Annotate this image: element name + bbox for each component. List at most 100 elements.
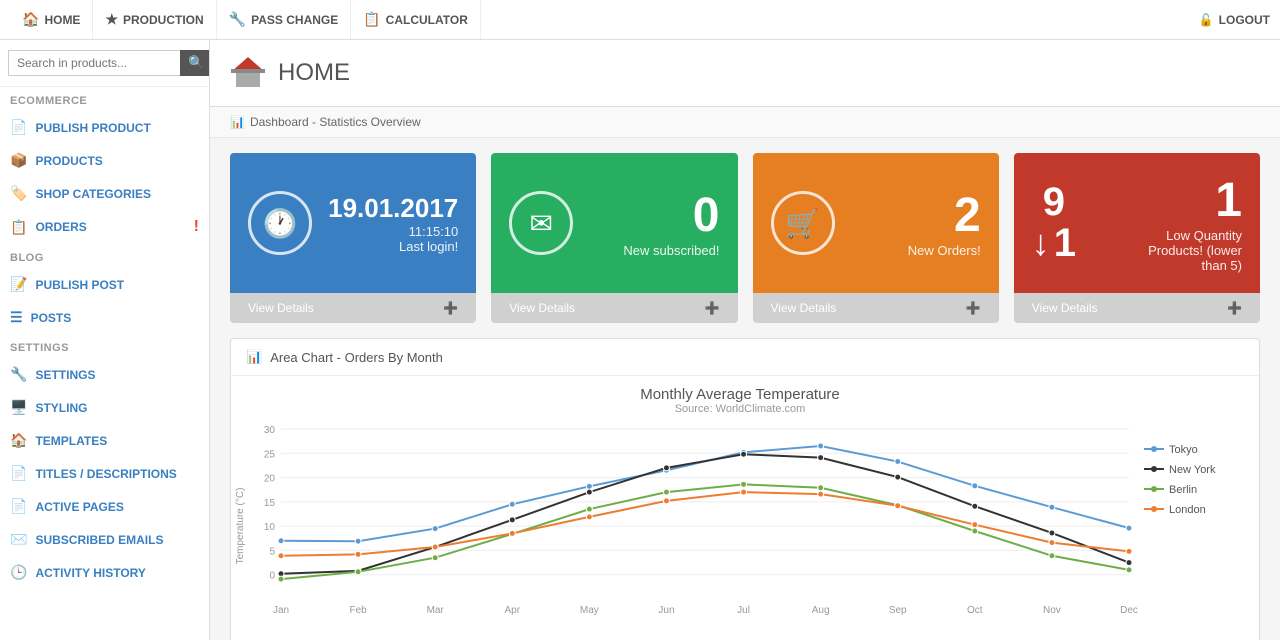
sidebar-item-publish-post[interactable]: 📝 PUBLISH POST xyxy=(0,268,209,301)
svg-text:Jul: Jul xyxy=(737,605,750,616)
calculator-icon: 📋 xyxy=(363,11,380,28)
sidebar-item-titles-descriptions[interactable]: 📄 TITLES / DESCRIPTIONS xyxy=(0,457,209,490)
sidebar-item-shop-categories[interactable]: 🏷️ SHOP CATEGORIES xyxy=(0,177,209,210)
sidebar-item-templates[interactable]: 🏠 TEMPLATES xyxy=(0,424,209,457)
card-icon-area-green: ✉ xyxy=(509,191,573,255)
card-footer-orders[interactable]: View Details ➕ xyxy=(753,293,999,323)
sidebar-item-products-label: PRODUCTS xyxy=(35,154,102,168)
svg-text:Sep: Sep xyxy=(889,605,907,616)
svg-text:London: London xyxy=(1169,504,1206,516)
card-low-qty-number: 1 xyxy=(1122,173,1242,228)
stat-card-last-login: 🕐 19.01.2017 11:15:10 Last login! View D… xyxy=(230,153,476,323)
card-orders-info: 2 New Orders! xyxy=(908,188,981,258)
nav-pass-change[interactable]: 🔧 PASS CHANGE xyxy=(217,0,352,39)
nav-production[interactable]: ★ PRODUCTION xyxy=(93,0,216,39)
main-content: HOME 📊 Dashboard - Statistics Overview 🕐… xyxy=(210,40,1280,640)
stat-card-new-orders: 🛒 2 New Orders! View Details ➕ xyxy=(753,153,999,323)
sidebar-item-styling[interactable]: 🖥️ STYLING xyxy=(0,391,209,424)
sidebar-item-active-pages[interactable]: 📄 ACTIVE PAGES xyxy=(0,490,209,523)
card-body-new-orders: 🛒 2 New Orders! xyxy=(753,153,999,293)
svg-text:Oct: Oct xyxy=(967,605,983,616)
bar-chart-icon: 📊 xyxy=(246,349,262,365)
svg-text:10: 10 xyxy=(264,522,276,533)
sidebar-item-active-pages-label: ACTIVE PAGES xyxy=(35,500,123,514)
sidebar-item-posts[interactable]: ☰ POSTS xyxy=(0,301,209,334)
svg-text:Nov: Nov xyxy=(1043,605,1061,616)
page-title: HOME xyxy=(278,59,350,87)
arrow-circle-icon: ➕ xyxy=(705,301,720,315)
sidebar-item-orders[interactable]: 📋 ORDERS ! xyxy=(0,210,209,244)
nav-calculator[interactable]: 📋 CALCULATOR xyxy=(351,0,481,39)
orders-icon: 📋 xyxy=(10,219,27,236)
svg-text:Feb: Feb xyxy=(349,605,367,616)
sidebar-item-settings[interactable]: 🔧 SETTINGS xyxy=(0,358,209,391)
top-navigation: 🏠 HOME ★ PRODUCTION 🔧 PASS CHANGE 📋 CALC… xyxy=(0,0,1280,40)
card-date: 19.01.2017 xyxy=(328,193,458,224)
styling-icon: 🖥️ xyxy=(10,399,27,416)
sidebar-item-publish-product-label: PUBLISH PRODUCT xyxy=(35,121,150,135)
nav-pass-change-label: PASS CHANGE xyxy=(251,13,338,27)
email-icon-circle: ✉ xyxy=(509,191,573,255)
card-number-info: 0 New subscribed! xyxy=(623,188,719,258)
section-blog: BLOG xyxy=(0,244,209,268)
subscribed-emails-icon: ✉️ xyxy=(10,531,27,548)
wrench-icon: 🔧 xyxy=(229,11,246,28)
card-body-new-subscribed: ✉ 0 New subscribed! xyxy=(491,153,737,293)
logout-label: LOGOUT xyxy=(1219,13,1270,27)
sidebar-item-publish-post-label: PUBLISH POST xyxy=(35,278,124,292)
arrow-circle-icon: ➕ xyxy=(443,301,458,315)
sidebar-item-publish-product[interactable]: 📄 PUBLISH PRODUCT xyxy=(0,111,209,144)
search-icon: 🔍 xyxy=(188,55,205,70)
titles-icon: 📄 xyxy=(10,465,27,482)
section-settings: SETTINGS xyxy=(0,334,209,358)
stat-card-low-quantity: 9 ↓ 1 1 Low Quantity Products! (lower th… xyxy=(1014,153,1260,323)
card-footer-subscribed[interactable]: View Details ➕ xyxy=(491,293,737,323)
card-number-9: 9 xyxy=(1043,182,1065,222)
sidebar-item-subscribed-emails[interactable]: ✉️ SUBSCRIBED EMAILS xyxy=(0,523,209,556)
page-header: HOME xyxy=(210,40,1280,107)
nav-calculator-label: CALCULATOR xyxy=(386,13,468,27)
svg-text:25: 25 xyxy=(264,449,276,460)
publish-product-icon: 📄 xyxy=(10,119,27,136)
cart-icon: 🛒 xyxy=(785,207,820,240)
svg-text:May: May xyxy=(580,605,599,616)
sidebar-item-templates-label: TEMPLATES xyxy=(35,434,107,448)
sidebar-item-activity-history[interactable]: 🕒 ACTIVITY HISTORY xyxy=(0,556,209,589)
card-footer-last-login[interactable]: View Details ➕ xyxy=(230,293,476,323)
logout-icon: 🔓 xyxy=(1199,13,1214,27)
orders-badge: ! xyxy=(194,218,199,236)
search-input[interactable] xyxy=(8,50,180,76)
card-footer-label: View Details xyxy=(248,301,314,315)
sidebar-item-settings-label: SETTINGS xyxy=(35,368,95,382)
settings-icon: 🔧 xyxy=(10,366,27,383)
sidebar-item-activity-history-label: ACTIVITY HISTORY xyxy=(35,566,145,580)
card-icon-area: 🕐 xyxy=(248,191,312,255)
sidebar-item-posts-label: POSTS xyxy=(31,311,72,325)
svg-text:15: 15 xyxy=(264,498,276,509)
search-button[interactable]: 🔍 xyxy=(180,50,210,76)
card-time: 11:15:10 xyxy=(328,224,458,239)
home-icon: 🏠 xyxy=(22,11,39,28)
card-91-numbers: 9 ↓ 1 xyxy=(1032,182,1076,264)
stats-cards: 🕐 19.01.2017 11:15:10 Last login! View D… xyxy=(210,138,1280,338)
svg-text:Jun: Jun xyxy=(658,605,674,616)
sidebar: 🔍 ECOMMERCE 📄 PUBLISH PRODUCT 📦 PRODUCTS… xyxy=(0,40,210,640)
card-date-info: 19.01.2017 11:15:10 Last login! xyxy=(328,193,458,254)
logout-button[interactable]: 🔓 LOGOUT xyxy=(1199,13,1270,27)
products-icon: 📦 xyxy=(10,152,27,169)
stat-card-new-subscribed: ✉ 0 New subscribed! View Details ➕ xyxy=(491,153,737,323)
chart-title-area: Monthly Average Temperature Source: Worl… xyxy=(231,386,1249,415)
svg-text:Jan: Jan xyxy=(273,605,289,616)
active-pages-icon: 📄 xyxy=(10,498,27,515)
chart-title: Monthly Average Temperature xyxy=(231,386,1249,403)
card-footer-low-qty[interactable]: View Details ➕ xyxy=(1014,293,1260,323)
breadcrumb-icon: 📊 xyxy=(230,115,245,129)
nav-home[interactable]: 🏠 HOME xyxy=(10,0,93,39)
shop-categories-icon: 🏷️ xyxy=(10,185,27,202)
sidebar-item-products[interactable]: 📦 PRODUCTS xyxy=(0,144,209,177)
search-box: 🔍 xyxy=(0,40,209,87)
chart-svg-area: 051015202530JanFebMarAprMayJunJulAugSepO… xyxy=(231,419,1249,639)
chart-container: Monthly Average Temperature Source: Worl… xyxy=(231,376,1259,640)
svg-text:Berlin: Berlin xyxy=(1169,484,1197,496)
svg-text:New York: New York xyxy=(1169,464,1216,476)
